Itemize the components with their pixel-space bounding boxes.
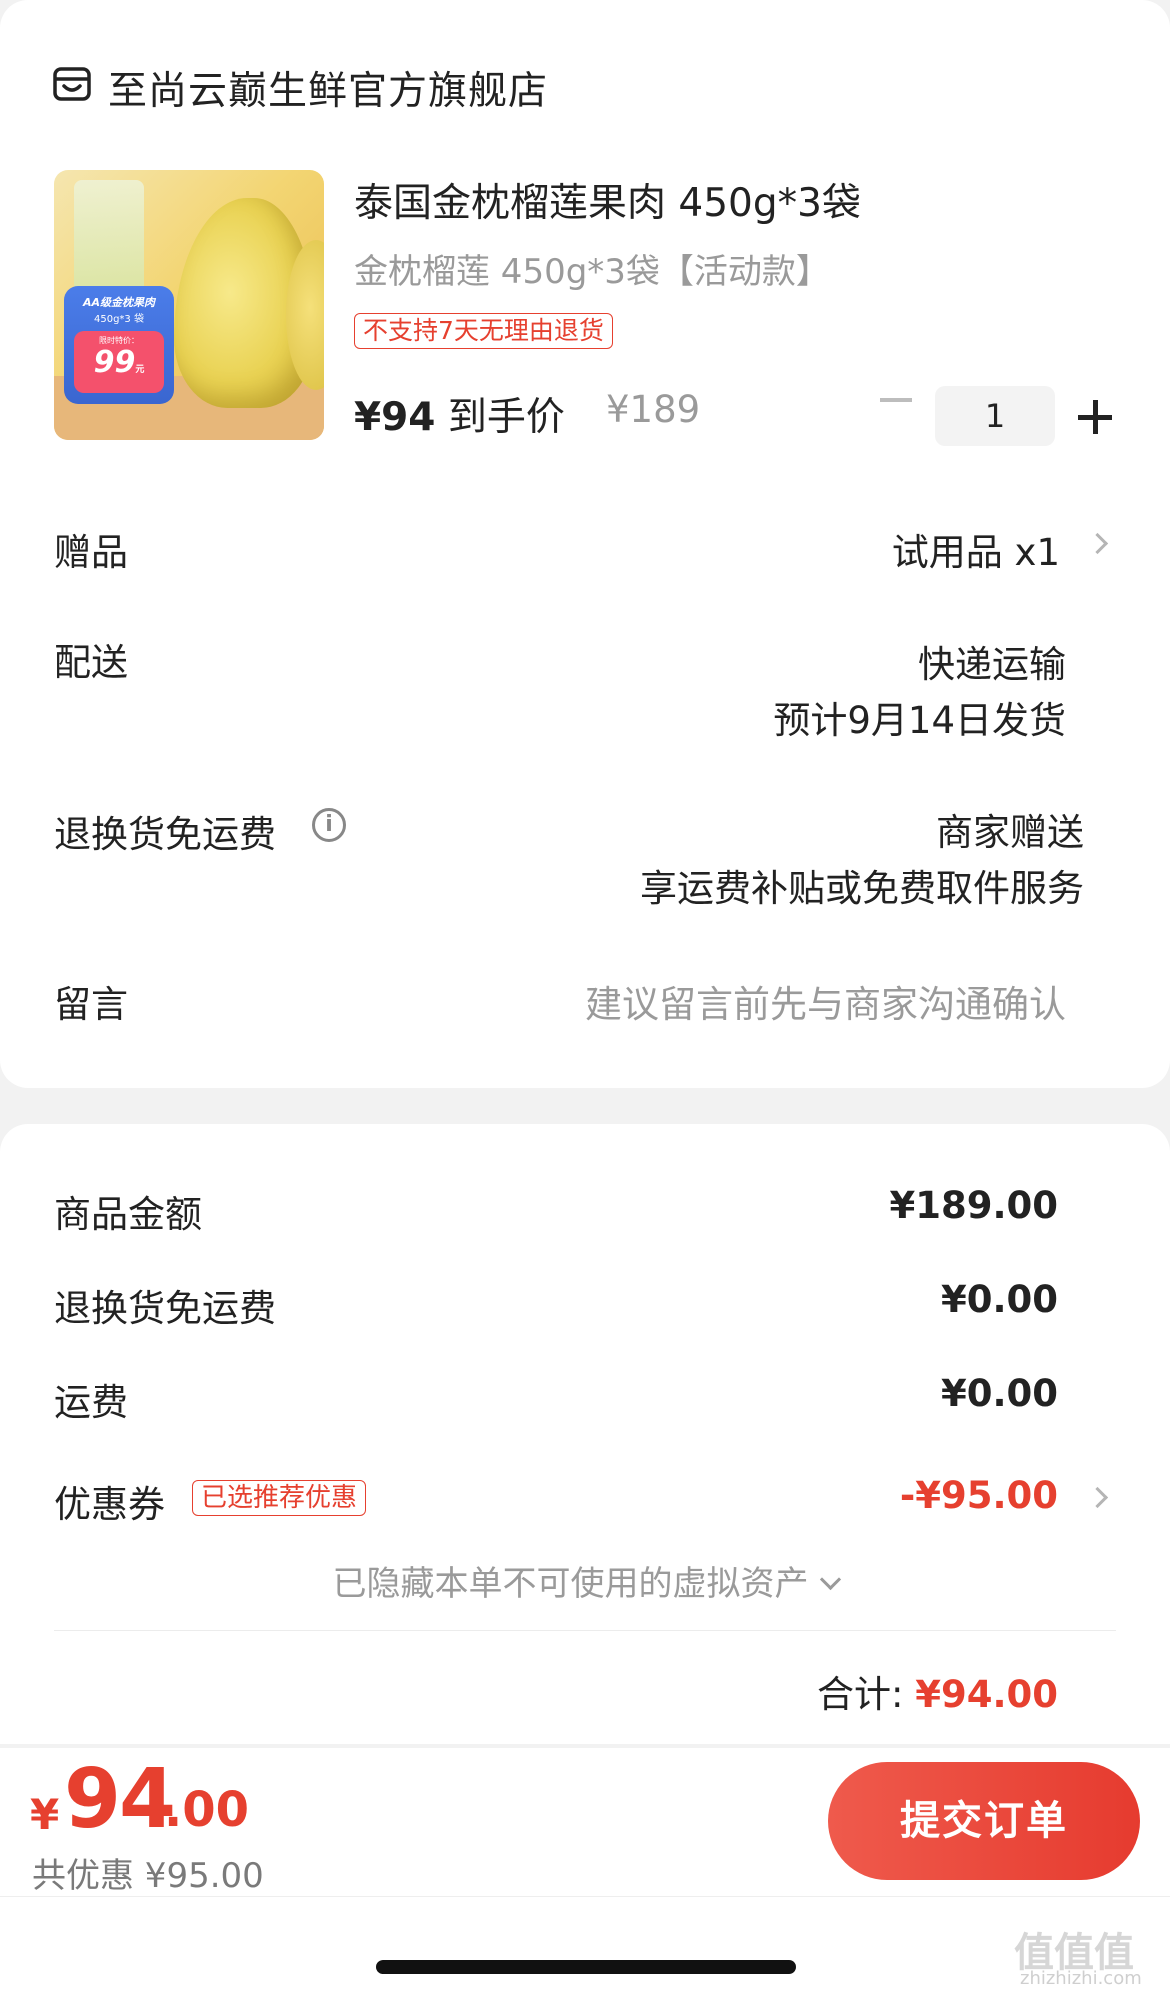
home-indicator[interactable] bbox=[376, 1960, 796, 1974]
final-price-value: ¥94 bbox=[354, 395, 436, 440]
bottom-divider bbox=[0, 1896, 1170, 1897]
return-shipping-service: 享运费补贴或免费取件服务 bbox=[640, 867, 1084, 910]
quantity-decrease-button[interactable] bbox=[880, 398, 912, 402]
quantity-increase-button[interactable] bbox=[1078, 400, 1112, 434]
image-tag-price-box: 限时特价： 99元 bbox=[74, 331, 164, 393]
store-icon bbox=[53, 67, 91, 101]
total-label: 合计: bbox=[816, 1673, 916, 1716]
watermark-url: zhizhizhi.com bbox=[1020, 1968, 1142, 1989]
hidden-assets-text: 已隐藏本单不可使用的虚拟资产 bbox=[332, 1564, 809, 1604]
return-shipping-label: 退换货免运费 bbox=[54, 813, 276, 856]
divider bbox=[54, 1630, 1116, 1631]
total-savings: 共优惠 ¥95.00 bbox=[32, 1856, 264, 1896]
gift-value[interactable]: 试用品 x1 bbox=[892, 522, 1060, 576]
image-tag-spec: 450g*3 袋 bbox=[94, 314, 144, 325]
submit-order-button[interactable]: 提交订单 bbox=[828, 1762, 1140, 1880]
gift-chevron-icon[interactable] bbox=[1086, 532, 1109, 555]
delivery-estimate: 预计9月14日发货 bbox=[773, 699, 1066, 742]
return-fee-value: ¥0.00 bbox=[940, 1278, 1058, 1321]
gift-label: 赠品 bbox=[54, 531, 128, 574]
quantity-input[interactable]: 1 bbox=[935, 386, 1055, 446]
total-value: ¥94.00 bbox=[915, 1673, 1058, 1716]
product-image[interactable]: AA级金枕果肉 450g*3 袋 限时特价： 99元 bbox=[54, 170, 324, 440]
product-spec[interactable]: 金枕榴莲 450g*3袋【活动款】 bbox=[354, 244, 830, 293]
pay-amount-decimal: .00 bbox=[164, 1782, 250, 1838]
chevron-down-icon bbox=[819, 1568, 841, 1591]
return-policy-badge: 不支持7天无理由退货 bbox=[354, 313, 613, 349]
coupon-label: 优惠券 bbox=[54, 1483, 165, 1526]
message-label: 留言 bbox=[54, 983, 128, 1026]
hidden-assets-toggle[interactable]: 已隐藏本单不可使用的虚拟资产 bbox=[0, 1556, 1170, 1605]
final-price-label: 到手价 bbox=[435, 395, 565, 440]
shipping-value: ¥0.00 bbox=[940, 1372, 1058, 1415]
pay-amount-integer: 94 bbox=[64, 1752, 176, 1847]
original-price: ¥189 bbox=[606, 388, 701, 431]
message-input[interactable]: 建议留言前先与商家沟通确认 bbox=[585, 974, 1066, 1028]
coupon-recommended-badge: 已选推荐优惠 bbox=[192, 1480, 367, 1516]
store-name[interactable]: 至尚云巅生鲜官方旗舰店 bbox=[108, 60, 548, 116]
product-title[interactable]: 泰国金枕榴莲果肉 450g*3袋 bbox=[354, 172, 861, 228]
image-tag-title: AA级金枕果肉 bbox=[82, 296, 156, 309]
delivery-label: 配送 bbox=[54, 641, 128, 684]
goods-amount-label: 商品金额 bbox=[54, 1193, 202, 1236]
return-fee-label: 退换货免运费 bbox=[54, 1287, 276, 1330]
shipping-label: 运费 bbox=[54, 1381, 128, 1424]
order-item-card: 至尚云巅生鲜官方旗舰店 AA级金枕果肉 450g*3 袋 限时特价： 99元 泰… bbox=[0, 0, 1170, 1088]
product-image-price-tag: AA级金枕果肉 450g*3 袋 限时特价： 99元 bbox=[64, 286, 174, 404]
delivery-method: 快递运输 bbox=[918, 643, 1066, 686]
image-tag-price: 99元 bbox=[93, 345, 145, 380]
image-tag-label: 限时特价： bbox=[99, 336, 139, 345]
final-price: ¥94 到手价 bbox=[354, 386, 565, 442]
return-shipping-provider: 商家赠送 bbox=[936, 811, 1084, 854]
goods-amount-value: ¥189.00 bbox=[889, 1184, 1058, 1227]
coupon-value[interactable]: -¥95.00 bbox=[900, 1474, 1058, 1517]
total-row: 合计: ¥94.00 bbox=[817, 1664, 1058, 1718]
info-icon[interactable]: i bbox=[312, 808, 346, 842]
product-image-glass bbox=[74, 180, 144, 300]
pay-currency-symbol: ¥ bbox=[30, 1790, 60, 1839]
